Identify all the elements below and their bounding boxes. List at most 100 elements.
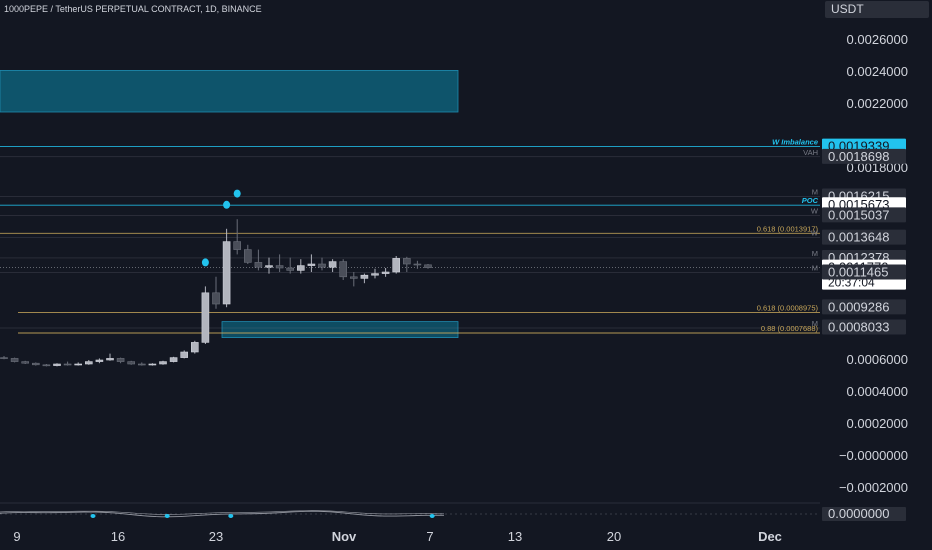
candle (53, 363, 61, 367)
candle (10, 357, 19, 363)
oscillator-value: 0.0000000 (822, 506, 906, 521)
candle (191, 340, 199, 354)
oscillator-dot (164, 514, 170, 518)
candle (138, 362, 146, 366)
candle-body (42, 364, 51, 367)
candle-body (275, 265, 284, 269)
candle (106, 353, 114, 361)
candle-body (360, 274, 369, 279)
price-label-text: 0.0009286 (828, 299, 889, 314)
horizontal-levels (0, 146, 820, 334)
candle (127, 360, 135, 365)
y-tick-label: 0.0026000 (847, 32, 908, 47)
candle-body (127, 361, 135, 365)
price-label: 0.0015037 (822, 207, 906, 223)
x-tick-label: 9 (13, 529, 20, 544)
candle (0, 356, 8, 360)
candle-body (74, 363, 82, 366)
level-label: POC (802, 196, 819, 205)
candle-body (392, 258, 401, 273)
candle (116, 357, 125, 364)
candle-body (244, 249, 252, 263)
candle-body (296, 265, 305, 271)
candle (180, 350, 188, 359)
candle (392, 256, 401, 274)
candle-body (349, 276, 358, 279)
level-label: W Imbalance (772, 138, 818, 147)
x-tick-label: Nov (332, 529, 357, 544)
candle (307, 254, 316, 272)
candle (159, 360, 167, 365)
level-labels: W ImbalanceVAHMPOCW0.618 (0.0013917)WMM0… (757, 138, 819, 333)
y-tick-label: 0.0006000 (847, 352, 908, 367)
price-label-text: 0.0018698 (828, 149, 889, 164)
level-label: 0.618 (0.0008975) (757, 303, 819, 312)
y-tick-label: 0.0022000 (847, 96, 908, 111)
x-tick-label: 20 (607, 529, 621, 544)
y-tick-label: −0.0000000 (839, 448, 908, 463)
candle-body (413, 263, 422, 266)
level-label: W (811, 229, 819, 238)
oscillator-panel (0, 502, 820, 518)
candle-body (106, 358, 114, 361)
level-label: M (812, 188, 818, 197)
candle (349, 272, 358, 287)
price-label: 0.0011465 (822, 264, 906, 280)
candle (339, 259, 348, 280)
candle (21, 360, 30, 364)
price-label: 0.0018698 (822, 148, 906, 164)
candle-body (191, 342, 199, 353)
signal-dot (201, 258, 209, 267)
signal-markers (201, 189, 241, 267)
currency-selector[interactable]: USDT (825, 1, 929, 18)
candle (296, 259, 305, 274)
signal-dot (233, 189, 241, 198)
candle (371, 268, 379, 279)
candle-body (31, 362, 40, 366)
oscillator-dot (228, 514, 234, 518)
time-axis: 9 16 23 Nov 7 13 20 Dec (13, 529, 782, 544)
candle-body (212, 292, 220, 305)
candle-body (116, 358, 125, 362)
candle (42, 364, 51, 367)
symbol-title: 1000PEPE / TetherUS PERPETUAL CONTRACT, … (4, 4, 262, 14)
x-tick-label: 23 (209, 529, 223, 544)
candle (381, 268, 390, 277)
candle (244, 244, 252, 264)
candle (85, 360, 93, 365)
candle (265, 257, 273, 274)
candle-body (201, 292, 210, 343)
candle-body (222, 241, 231, 305)
signal-dot (223, 200, 231, 209)
candle-body (85, 361, 93, 365)
level-label: 0.618 (0.0013917) (757, 224, 819, 233)
candle-body (339, 261, 348, 278)
candle (402, 256, 411, 272)
imbalance-zone (221, 321, 459, 339)
price-label: 0.0013648 (822, 229, 906, 245)
candle-body (180, 351, 188, 358)
y-tick-label: −0.0002000 (839, 480, 908, 495)
oscillator-value-text: 0.0000000 (828, 506, 889, 521)
level-label: M (812, 264, 818, 273)
candle (169, 356, 178, 363)
price-label-text: 0.0011465 (828, 265, 889, 280)
candle-body (265, 265, 273, 268)
candle (201, 286, 210, 344)
candle-body (53, 363, 61, 366)
candle-body (138, 363, 146, 366)
candle (233, 219, 241, 255)
level-label: W (811, 206, 819, 215)
level-label: 0.88 (0.0007688) (761, 324, 819, 333)
candle (148, 363, 157, 366)
price-label: 0.0009286 (822, 299, 906, 315)
x-tick-label: 13 (508, 529, 522, 544)
candle-body (95, 359, 104, 362)
candle (286, 257, 295, 274)
candle-body (148, 363, 157, 366)
candle-body (10, 358, 19, 362)
candle-body (286, 267, 295, 271)
price-chart[interactable]: W ImbalanceVAHMPOCW0.618 (0.0013917)WMM0… (0, 0, 932, 550)
level-label: M (812, 249, 818, 258)
x-tick-label: Dec (758, 529, 782, 544)
